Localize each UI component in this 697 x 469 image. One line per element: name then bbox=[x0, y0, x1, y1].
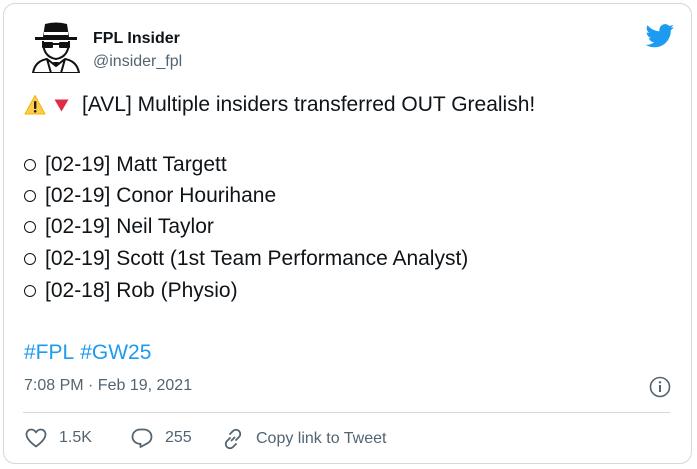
hashtags: #FPL #GW25 bbox=[24, 341, 157, 365]
reply-count: 255 bbox=[165, 429, 192, 446]
entry-text: [02-18] Rob (Physio) bbox=[45, 279, 238, 302]
red-triangle-down-icon bbox=[54, 99, 69, 111]
copy-link-label: Copy link to Tweet bbox=[256, 430, 387, 447]
divider bbox=[23, 412, 670, 413]
link-icon bbox=[224, 428, 242, 450]
entry-text: [02-19] Matt Targett bbox=[45, 153, 227, 176]
entry-text: [02-19] Neil Taylor bbox=[45, 215, 214, 238]
author-handle[interactable]: @insider_fpl bbox=[93, 53, 182, 71]
like-count: 1.5K bbox=[59, 429, 92, 446]
author-name[interactable]: FPL Insider bbox=[93, 30, 180, 48]
hollow-circle-icon bbox=[24, 190, 36, 202]
insider-entry: [02-18] Rob (Physio) bbox=[24, 279, 238, 303]
insider-entry: [02-19] Neil Taylor bbox=[24, 215, 214, 239]
hashtag-link[interactable]: #FPL bbox=[24, 341, 74, 364]
twitter-bird-icon[interactable] bbox=[645, 24, 675, 48]
hollow-circle-icon bbox=[24, 221, 36, 233]
insider-entry: [02-19] Matt Targett bbox=[24, 153, 227, 177]
tweet-headline-row: [AVL] Multiple insiders transferred OUT … bbox=[24, 93, 535, 117]
avatar[interactable] bbox=[29, 19, 83, 73]
hollow-circle-icon bbox=[24, 159, 36, 171]
hollow-circle-icon bbox=[24, 285, 36, 297]
warning-icon bbox=[24, 95, 46, 115]
hollow-circle-icon bbox=[24, 253, 36, 265]
entry-text: [02-19] Scott (1st Team Performance Anal… bbox=[45, 247, 469, 270]
tweet-headline: [AVL] Multiple insiders transferred OUT … bbox=[82, 93, 536, 116]
tweet-timestamp[interactable]: 7:08 PM · Feb 19, 2021 bbox=[24, 377, 192, 395]
hashtag-link[interactable]: #GW25 bbox=[80, 341, 151, 364]
like-button[interactable]: 1.5K bbox=[25, 428, 92, 448]
info-icon[interactable] bbox=[649, 376, 671, 398]
insider-entry: [02-19] Conor Hourihane bbox=[24, 184, 276, 208]
heart-icon bbox=[25, 428, 47, 448]
copy-link-button[interactable]: Copy link to Tweet bbox=[222, 428, 386, 450]
entry-text: [02-19] Conor Hourihane bbox=[45, 184, 277, 207]
insider-entry: [02-19] Scott (1st Team Performance Anal… bbox=[24, 247, 468, 271]
reply-icon bbox=[131, 428, 153, 448]
reply-button[interactable]: 255 bbox=[131, 428, 192, 448]
